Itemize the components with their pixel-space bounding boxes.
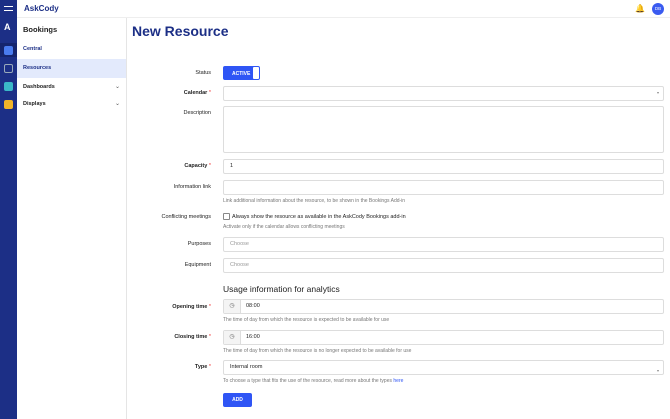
chevron-down-icon: ▾ — [656, 368, 659, 373]
status-toggle[interactable]: ACTIVE — [223, 66, 260, 80]
sidebar-item-label: Displays — [23, 101, 46, 107]
information-link-label: Information link — [173, 184, 211, 190]
information-link-help: Link additional information about the re… — [223, 198, 406, 204]
conflicting-meetings-checkbox[interactable] — [223, 213, 230, 220]
sidebar-item-label: Dashboards — [23, 84, 55, 90]
section-heading: Usage information for analytics — [223, 284, 340, 294]
purposes-label: Purposes — [187, 241, 211, 247]
equipment-select[interactable]: Choose — [223, 258, 664, 273]
user-avatar[interactable]: DB — [652, 3, 664, 15]
conflicting-meetings-label: Conflicting meetings — [161, 214, 211, 220]
opening-time-label: Opening time * — [172, 304, 211, 310]
purposes-select[interactable]: Choose — [223, 237, 664, 252]
description-label: Description — [183, 110, 211, 116]
information-link-input[interactable] — [223, 180, 664, 195]
add-button[interactable]: ADD — [223, 393, 252, 407]
visitor-app-icon[interactable] — [4, 64, 13, 73]
closing-time-label: Closing time * — [174, 334, 211, 340]
app-rail: A — [0, 0, 17, 419]
clock-icon: ◷ — [224, 331, 241, 344]
brand-name: AskCody — [24, 4, 59, 13]
type-help: To choose a type that fits the use of th… — [223, 378, 404, 384]
capacity-input[interactable]: 1 — [223, 159, 664, 174]
closing-time-help: The time of day from which the resource … — [223, 348, 412, 354]
sidebar-title: Bookings — [23, 25, 58, 34]
menu-icon[interactable] — [4, 6, 13, 11]
sidebar-item-central[interactable]: Central — [17, 40, 126, 59]
services-app-icon[interactable] — [4, 82, 13, 91]
notification-bell-icon[interactable]: 🔔 — [635, 4, 645, 13]
type-label: Type * — [194, 364, 211, 370]
calendar-label: Calendar * — [183, 90, 211, 96]
chevron-down-icon: ▾ — [656, 90, 659, 95]
page-title: New Resource — [132, 23, 229, 39]
equipment-label: Equipment — [184, 262, 211, 268]
capacity-label: Capacity * — [184, 163, 211, 169]
status-value: ACTIVE — [232, 70, 251, 77]
displays-app-icon[interactable] — [4, 100, 13, 109]
opening-time-help: The time of day from which the resource … — [223, 317, 390, 323]
chevron-down-icon: ⌄ — [114, 101, 120, 107]
types-help-link[interactable]: here — [393, 378, 403, 384]
sidebar: Bookings Central Resources Dashboards ⌄ D… — [17, 18, 127, 419]
opening-time-input[interactable]: ◷ 08:00 — [223, 299, 664, 314]
top-bar: AskCody 🔔 DB — [17, 0, 670, 18]
status-label: Status — [195, 70, 211, 76]
conflicting-meetings-checkbox-label[interactable]: Always show the resource as available in… — [232, 214, 406, 220]
description-textarea[interactable] — [223, 106, 664, 153]
conflicting-meetings-help: Activate only if the calendar allows con… — [223, 224, 345, 230]
calendar-select[interactable]: ▾ — [223, 86, 664, 101]
clock-icon: ◷ — [224, 300, 241, 313]
type-select[interactable]: Internal room ▾ — [223, 360, 664, 375]
askcody-logo-icon[interactable]: A — [4, 22, 11, 32]
sidebar-item-resources[interactable]: Resources — [17, 59, 126, 78]
closing-time-input[interactable]: ◷ 16:00 — [223, 330, 664, 345]
sidebar-item-displays[interactable]: Displays ⌄ — [17, 95, 126, 114]
bookings-app-icon[interactable] — [4, 46, 13, 55]
